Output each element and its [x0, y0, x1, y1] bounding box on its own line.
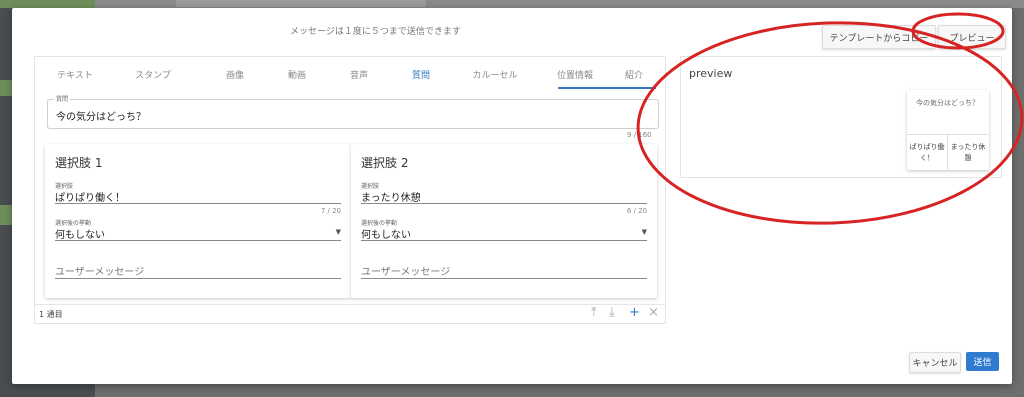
- choice-char-counter: 6 / 20: [626, 207, 647, 215]
- preview-question-text: 今の気分はどっち？: [916, 99, 979, 107]
- tab-image[interactable]: 画像: [207, 57, 263, 91]
- preview-title: preview: [689, 67, 733, 80]
- message-editor: テキスト スタンプ 画像 動画 音声 質問 カルーセル 位置情報 紹介 質問 今…: [34, 56, 666, 324]
- chevron-down-icon[interactable]: ▼: [642, 228, 647, 236]
- choice-input-underline: [361, 203, 647, 204]
- tab-introduction[interactable]: 紹介: [609, 57, 659, 91]
- active-tab-indicator: [558, 87, 656, 89]
- choice-card-2: 選択肢 2 選択肢 まったり休憩 6 / 20 選択後の挙動 何もしない ▼ ユ…: [351, 144, 657, 298]
- choice-card-1: 選択肢 1 選択肢 ぱりぱり働く！ 7 / 20 選択後の挙動 何もしない ▼ …: [45, 144, 351, 298]
- user-message-input[interactable]: ユーザーメッセージ: [55, 263, 144, 278]
- tab-stamp[interactable]: スタンプ: [121, 57, 185, 91]
- question-char-counter: 9 / 160: [627, 131, 652, 139]
- choice-input[interactable]: まったり休憩: [361, 189, 421, 204]
- choice-input[interactable]: ぱりぱり働く！: [55, 189, 125, 204]
- action-select-underline: [361, 240, 647, 241]
- tab-question[interactable]: 質問: [393, 57, 449, 91]
- arrow-up-icon[interactable]: ⤒: [591, 305, 597, 320]
- copy-from-template-button[interactable]: テンプレートからコピー: [822, 25, 936, 49]
- preview-panel: preview 今の気分はどっち？ ぱりぱり働く！ まったり休憩: [680, 56, 1002, 178]
- preview-choice-button-1[interactable]: ぱりぱり働く！: [907, 134, 948, 171]
- preview-choice-label: まったり休憩: [950, 143, 986, 162]
- send-button[interactable]: 送信: [966, 352, 999, 371]
- question-value: 今の気分はどっち？: [56, 112, 146, 123]
- tab-carousel[interactable]: カルーセル: [459, 57, 531, 91]
- tab-location[interactable]: 位置情報: [539, 57, 611, 91]
- choice-card-title: 選択肢 2: [361, 156, 409, 170]
- preview-message-bubble: 今の気分はどっち？ ぱりぱり働く！ まったり休憩: [907, 90, 989, 171]
- action-select[interactable]: 何もしない: [361, 226, 411, 241]
- message-editor-modal: メッセージは１度に５つまで送信できます テンプレートからコピー プレビュー テキ…: [12, 8, 1012, 384]
- plus-icon[interactable]: +: [629, 305, 640, 320]
- question-label: 質問: [54, 94, 71, 103]
- message-type-tabs: テキスト スタンプ 画像 動画 音声 質問 カルーセル 位置情報 紹介: [35, 57, 665, 91]
- tab-audio[interactable]: 音声: [331, 57, 387, 91]
- background-sidebar-highlight: [0, 0, 95, 8]
- preview-choice-label: ぱりぱり働く！: [909, 143, 945, 162]
- choice-card-title: 選択肢 1: [55, 156, 103, 170]
- tab-video[interactable]: 動画: [269, 57, 325, 91]
- arrow-down-icon[interactable]: ⤓: [609, 305, 615, 320]
- message-index: 1 通目: [39, 310, 63, 319]
- action-select[interactable]: 何もしない: [55, 226, 105, 241]
- choice-char-counter: 7 / 20: [320, 207, 341, 215]
- message-limit-notice: メッセージは１度に５つまで送信できます: [290, 27, 461, 37]
- question-input[interactable]: 質問 今の気分はどっち？: [47, 94, 659, 129]
- action-select-underline: [55, 240, 341, 241]
- user-message-input[interactable]: ユーザーメッセージ: [361, 263, 450, 278]
- tab-text[interactable]: テキスト: [45, 57, 105, 91]
- background-search-bar: [176, 0, 426, 7]
- preview-choice-button-2[interactable]: まったり休憩: [948, 134, 988, 171]
- message-footer: 1 通目 ⤒ ⤓ + ×: [35, 304, 665, 324]
- choice-input-underline: [55, 203, 341, 204]
- cancel-button[interactable]: キャンセル: [909, 352, 961, 373]
- user-message-underline: [361, 278, 647, 279]
- close-icon[interactable]: ×: [648, 305, 659, 320]
- preview-button[interactable]: プレビュー: [938, 25, 1006, 49]
- user-message-underline: [55, 278, 341, 279]
- chevron-down-icon[interactable]: ▼: [336, 228, 341, 236]
